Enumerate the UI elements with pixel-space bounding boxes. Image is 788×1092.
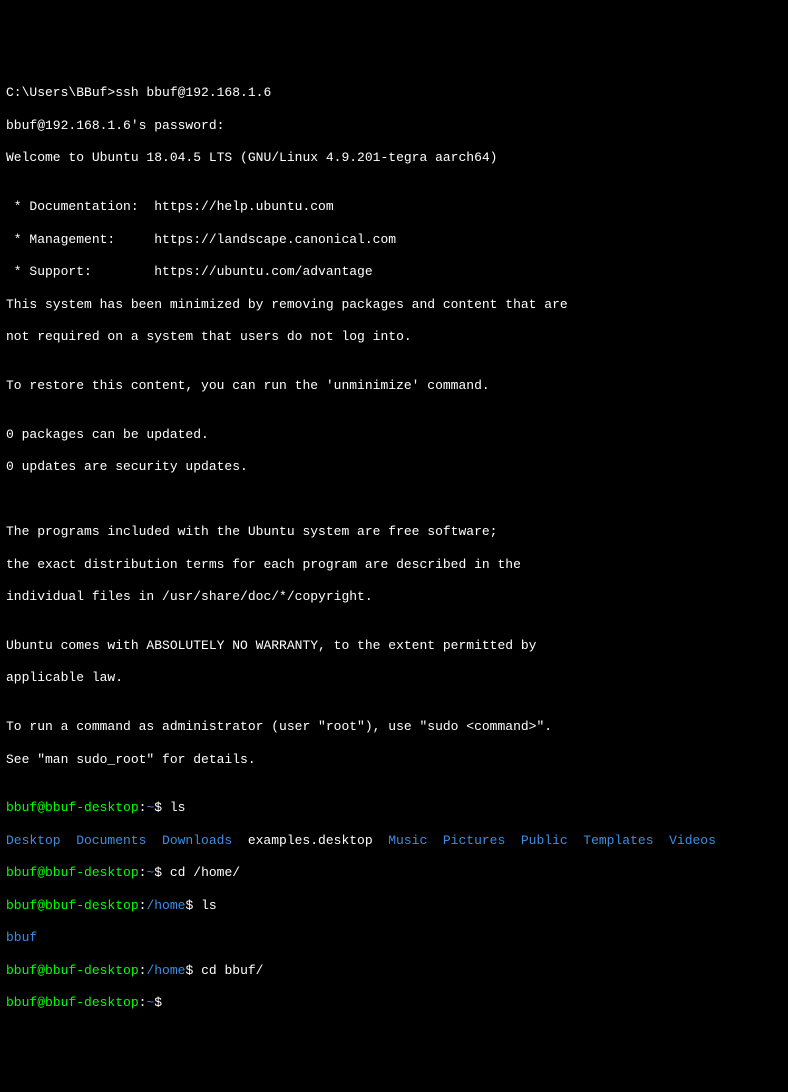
dir-bbuf: bbuf [6,930,37,945]
prompt-path: ~ [146,800,154,815]
prompt-path: ~ [146,995,154,1010]
output-line: Welcome to Ubuntu 18.04.5 LTS (GNU/Linux… [6,150,782,166]
prompt-userhost: bbuf@bbuf-desktop [6,865,139,880]
command-text: ls [201,898,217,913]
prompt-userhost: bbuf@bbuf-desktop [6,995,139,1010]
prompt-line: bbuf@bbuf-desktop:~$ ls [6,800,782,816]
ls-output: Desktop Documents Downloads examples.deskto… [6,833,782,849]
prompt-dollar: $ [185,898,201,913]
dir-downloads: Downloads [162,833,232,848]
dir-pictures: Pictures [443,833,505,848]
prompt-line-current[interactable]: bbuf@bbuf-desktop:~$ [6,995,782,1011]
command-text: cd bbuf/ [201,963,263,978]
terminal-output[interactable]: C:\Users\BBuf>ssh bbuf@192.168.1.6 bbuf@… [6,69,782,1028]
output-line: individual files in /usr/share/doc/*/cop… [6,589,782,605]
output-line: To restore this content, you can run the… [6,378,782,394]
output-line: Ubuntu comes with ABSOLUTELY NO WARRANTY… [6,638,782,654]
output-line: See "man sudo_root" for details. [6,752,782,768]
prompt-userhost: bbuf@bbuf-desktop [6,963,139,978]
output-line: the exact distribution terms for each pr… [6,557,782,573]
prompt-dollar: $ [185,963,201,978]
output-line: not required on a system that users do n… [6,329,782,345]
output-line: To run a command as administrator (user … [6,719,782,735]
prompt-dollar: $ [154,995,170,1010]
dir-music: Music [388,833,427,848]
dir-public: Public [521,833,568,848]
command-text: cd /home/ [170,865,240,880]
ls-output: bbuf [6,930,782,946]
output-line: The programs included with the Ubuntu sy… [6,524,782,540]
output-line: * Documentation: https://help.ubuntu.com [6,199,782,215]
output-line: * Support: https://ubuntu.com/advantage [6,264,782,280]
prompt-path: ~ [146,865,154,880]
prompt-line: bbuf@bbuf-desktop:~$ cd /home/ [6,865,782,881]
command-text: ls [170,800,186,815]
prompt-path: /home [146,963,185,978]
prompt-colon: : [139,963,147,978]
prompt-userhost: bbuf@bbuf-desktop [6,898,139,913]
output-line: 0 updates are security updates. [6,459,782,475]
prompt-dollar: $ [154,800,170,815]
output-line: bbuf@192.168.1.6's password: [6,118,782,134]
prompt-path: /home [146,898,185,913]
dir-templates: Templates [583,833,653,848]
output-line: applicable law. [6,670,782,686]
prompt-userhost: bbuf@bbuf-desktop [6,800,139,815]
prompt-colon: : [139,865,147,880]
prompt-colon: : [139,800,147,815]
output-line: This system has been minimized by removi… [6,297,782,313]
dir-videos: Videos [669,833,716,848]
prompt-line: bbuf@bbuf-desktop:/home$ ls [6,898,782,914]
output-line: C:\Users\BBuf>ssh bbuf@192.168.1.6 [6,85,782,101]
prompt-colon: : [139,995,147,1010]
prompt-line: bbuf@bbuf-desktop:/home$ cd bbuf/ [6,963,782,979]
output-line: 0 packages can be updated. [6,427,782,443]
dir-desktop: Desktop [6,833,61,848]
file-examples: examples.desktop [248,833,373,848]
output-line: * Management: https://landscape.canonica… [6,232,782,248]
prompt-colon: : [139,898,147,913]
prompt-dollar: $ [154,865,170,880]
dir-documents: Documents [76,833,146,848]
